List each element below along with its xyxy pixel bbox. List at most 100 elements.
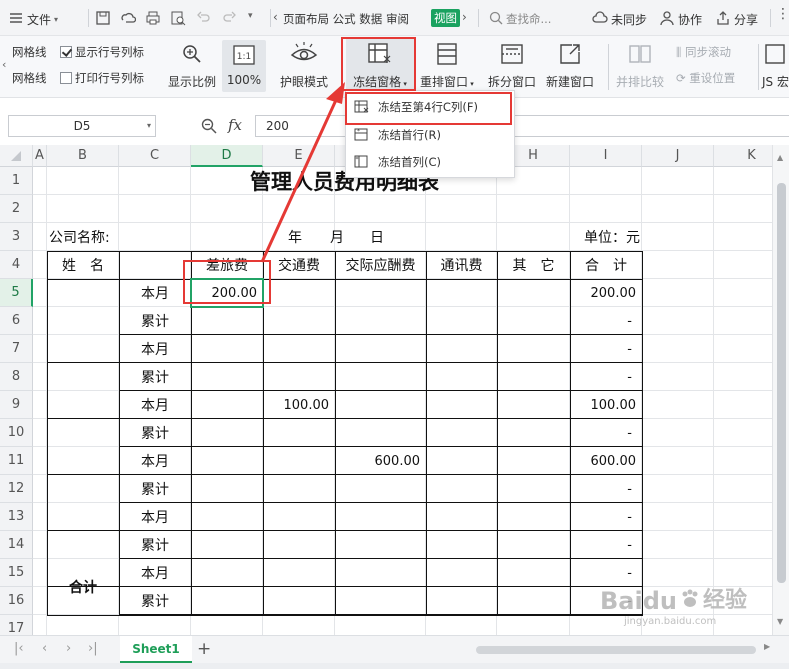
redo-icon[interactable] [221,10,237,29]
collab-button[interactable]: 协作 [659,10,702,29]
total-dash[interactable]: - [570,419,632,447]
header-transport[interactable]: 交通费 [263,251,335,279]
header-travel[interactable]: 差旅费 [191,251,263,279]
name-box[interactable]: D5 ▾ [8,115,156,137]
search-input[interactable]: 查找命... [506,11,551,27]
label-cumulative[interactable]: 累计 [119,363,191,391]
row-header-5[interactable]: 5 [0,279,33,307]
row-header-7[interactable]: 7 [0,335,33,363]
row-header-10[interactable]: 10 [0,419,33,447]
zoom-search-icon[interactable] [200,117,218,138]
cell-i5[interactable]: 200.00 [570,279,637,307]
column-header-c[interactable]: C [119,145,191,167]
label-cumulative[interactable]: 累计 [119,587,191,615]
side-by-side-button[interactable]: 并排比较 [616,42,664,90]
next-sheet-icon[interactable]: › [66,641,71,656]
select-all-corner[interactable] [0,145,33,167]
print-preview-icon[interactable] [170,10,186,29]
save-icon[interactable] [95,10,111,29]
js-macro-button[interactable]: JS 宏 [762,42,789,90]
spreadsheet-grid[interactable]: ABCDEFGHIJK 1234567891011121314151617 管理… [0,145,772,635]
arrange-windows-button[interactable]: 重排窗口 ▾ [420,42,474,90]
scroll-right-icon[interactable]: ▶ [764,642,770,651]
cell-i9[interactable]: 100.00 [570,391,637,419]
label-current-month[interactable]: 本月 [119,447,191,475]
tab-view[interactable]: 视图 [431,9,460,27]
print-icon[interactable] [145,10,161,29]
total-dash[interactable]: - [570,307,632,335]
row-header-13[interactable]: 13 [0,503,33,531]
formula-input[interactable]: 200 [255,115,789,137]
prev-sheet-icon[interactable]: ‹ [42,641,47,656]
header-other[interactable]: 其 它 [497,251,570,279]
label-current-month[interactable]: 本月 [119,503,191,531]
column-header-a[interactable]: A [33,145,47,167]
share-button[interactable]: 分享 [715,10,758,29]
row-header-16[interactable]: 16 [0,587,33,615]
gridlines-toggle[interactable]: 网格线 [12,44,47,60]
row-header-11[interactable]: 11 [0,447,33,475]
total-dash[interactable]: - [570,531,632,559]
header-entertainment[interactable]: 交际应酬费 [335,251,426,279]
tab-scroll-right-icon[interactable]: › [462,10,467,24]
header-total[interactable]: 合 计 [570,251,642,279]
first-sheet-icon[interactable]: |‹ [14,641,24,656]
zoom-100-button[interactable]: 1:1 100% [222,40,266,92]
column-header-b[interactable]: B [47,145,119,167]
scroll-up-icon[interactable]: ▲ [777,153,783,162]
unit-label[interactable]: 单位：元 [560,223,640,251]
ribbon-tabs-partial[interactable]: 页面布局 公式 数据 审阅 [283,11,409,27]
row-header-14[interactable]: 14 [0,531,33,559]
fx-icon[interactable]: fx [228,116,242,134]
print-gridlines-toggle[interactable]: 网格线 [12,70,47,86]
split-window-button[interactable]: 拆分窗口 [488,42,536,90]
row-header-1[interactable]: 1 [0,167,33,195]
add-sheet-button[interactable]: + [197,639,211,659]
column-header-e[interactable]: E [263,145,335,167]
reset-position-button[interactable]: ⟳ 重设位置 [676,70,735,86]
cell-f11[interactable]: 600.00 [335,447,421,475]
column-header-j[interactable]: J [642,145,714,167]
eye-protection-button[interactable]: 护眼模式 [280,42,328,90]
year-label[interactable]: 年 [280,223,310,251]
sync-status[interactable]: 未同步 [592,10,647,29]
sheet-tab-sheet1[interactable]: Sheet1 [120,636,192,663]
company-label[interactable]: 公司名称: [49,223,189,251]
show-headers-checkbox[interactable]: 显示行号列标 [60,44,144,60]
column-header-k[interactable]: K [714,145,772,167]
menu-item-freeze-to-cell[interactable]: 冻结至第4行C列(F) [346,94,514,120]
total-dash[interactable]: - [570,503,632,531]
total-dash[interactable]: - [570,559,632,587]
new-window-button[interactable]: 新建窗口 [546,42,594,90]
row-header-8[interactable]: 8 [0,363,33,391]
total-dash[interactable]: - [570,475,632,503]
vertical-scrollbar[interactable]: ▲ ▼ [772,145,789,635]
row-header-12[interactable]: 12 [0,475,33,503]
quick-access-more-icon[interactable]: ▾ [248,11,253,21]
total-label[interactable]: 合计 [47,559,119,615]
column-header-i[interactable]: I [570,145,642,167]
header-communication[interactable]: 通讯费 [426,251,497,279]
cell-i11[interactable]: 600.00 [570,447,637,475]
ribbon-scroll-left-icon[interactable]: ‹ [2,58,6,71]
scroll-down-icon[interactable]: ▼ [777,617,783,626]
total-dash[interactable]: - [570,363,632,391]
cell-e9[interactable]: 100.00 [263,391,330,419]
zoom-ratio-button[interactable]: 显示比例 [168,42,216,90]
last-sheet-icon[interactable]: ›| [88,641,98,656]
label-cumulative[interactable]: 累计 [119,307,191,335]
row-header-15[interactable]: 15 [0,559,33,587]
row-header-6[interactable]: 6 [0,307,33,335]
month-label[interactable]: 月 [322,223,352,251]
freeze-panes-button[interactable]: 冻结窗格 ▾ [346,38,414,92]
file-menu[interactable]: 文件 ▾ [8,10,58,29]
more-icon[interactable]: ⋮ [776,6,789,22]
row-header-4[interactable]: 4 [0,251,33,279]
print-headers-checkbox[interactable]: 打印行号列标 [60,70,144,86]
tab-scroll-left-icon[interactable]: ‹ [273,10,278,24]
vertical-scroll-thumb[interactable] [777,183,786,583]
row-header-2[interactable]: 2 [0,195,33,223]
row-header-9[interactable]: 9 [0,391,33,419]
horizontal-scroll-thumb[interactable] [476,646,756,654]
row-header-3[interactable]: 3 [0,223,33,251]
